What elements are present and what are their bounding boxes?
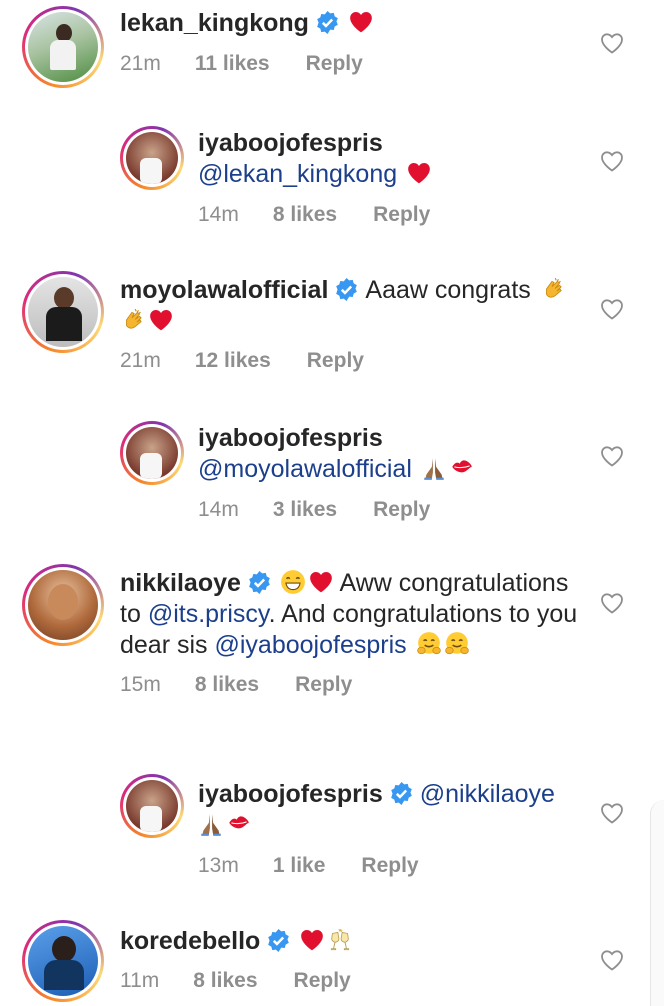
likes-count[interactable]: 8 likes — [193, 969, 257, 993]
red-heart-icon — [301, 930, 324, 951]
folded-hands-icon — [201, 814, 221, 836]
likes-count[interactable]: 8 likes — [195, 673, 259, 697]
verified-badge-icon — [390, 782, 412, 805]
reply-button[interactable]: Reply — [306, 52, 363, 76]
kiss-mark-icon — [229, 816, 249, 829]
clinking-glasses-icon — [331, 928, 350, 951]
red-heart-icon — [350, 12, 372, 33]
comment-time: 13m — [198, 854, 239, 877]
username[interactable]: lekan_kingkong — [120, 9, 309, 37]
avatar[interactable] — [22, 920, 104, 1002]
like-heart-icon[interactable] — [600, 949, 624, 971]
scroll-edge[interactable] — [650, 800, 664, 1006]
reply-button[interactable]: Reply — [295, 673, 352, 697]
like-heart-icon[interactable] — [600, 802, 624, 824]
username[interactable]: koredebello — [120, 927, 260, 955]
grinning-face-icon — [280, 570, 305, 594]
likes-count[interactable]: 1 like — [273, 854, 326, 878]
likes-count[interactable]: 8 likes — [273, 203, 337, 227]
verified-badge-icon — [317, 11, 338, 34]
red-heart-icon — [150, 310, 172, 331]
avatar[interactable] — [22, 564, 104, 646]
reply-button[interactable]: Reply — [307, 349, 364, 373]
avatar[interactable] — [120, 126, 184, 190]
verified-badge-icon — [268, 929, 290, 952]
comment-text: Aaaw congrats — [365, 276, 531, 304]
likes-count[interactable]: 11 likes — [195, 52, 270, 76]
reply-button[interactable]: Reply — [361, 854, 418, 878]
comment-time: 21m — [120, 349, 161, 372]
like-heart-icon[interactable] — [600, 445, 624, 467]
like-heart-icon[interactable] — [600, 32, 624, 54]
username[interactable]: nikkilaoye — [120, 569, 241, 597]
mention-link[interactable]: @nikkilaoye — [420, 780, 555, 808]
like-heart-icon[interactable] — [600, 592, 624, 614]
avatar[interactable] — [22, 6, 104, 88]
folded-hands-icon — [424, 458, 444, 480]
mention-link[interactable]: @iyaboojofespris — [215, 631, 407, 659]
mention-link[interactable]: @lekan_kingkong — [198, 160, 397, 188]
mention-link[interactable]: @its.priscy — [148, 600, 269, 628]
verified-badge-icon — [249, 571, 270, 594]
avatar[interactable] — [120, 421, 184, 485]
red-heart-icon — [408, 163, 430, 184]
verified-badge-icon — [336, 278, 358, 301]
comment-time: 14m — [198, 498, 239, 521]
kiss-mark-icon — [452, 460, 472, 473]
reply-button[interactable]: Reply — [294, 969, 351, 993]
reply-button[interactable]: Reply — [373, 203, 430, 227]
username[interactable]: iyaboojofespris — [198, 780, 383, 808]
mention-link[interactable]: @moyolawalofficial — [198, 455, 412, 483]
comment-time: 14m — [198, 203, 239, 226]
comment-time: 11m — [120, 969, 160, 992]
clapping-hands-icon — [545, 277, 562, 298]
reply-button[interactable]: Reply — [373, 498, 430, 522]
like-heart-icon[interactable] — [600, 150, 624, 172]
comment-time: 15m — [120, 673, 161, 696]
likes-count[interactable]: 12 likes — [195, 349, 271, 373]
avatar[interactable] — [120, 774, 184, 838]
comment-time: 21m — [120, 52, 161, 75]
red-heart-icon — [310, 572, 332, 593]
username[interactable]: iyaboojofespris — [198, 129, 383, 157]
avatar[interactable] — [22, 271, 104, 353]
likes-count[interactable]: 3 likes — [273, 498, 337, 522]
hugging-face-icon — [444, 632, 469, 655]
username[interactable]: moyolawalofficial — [120, 276, 328, 304]
username[interactable]: iyaboojofespris — [198, 424, 383, 452]
like-heart-icon[interactable] — [600, 298, 624, 320]
hugging-face-icon — [416, 632, 441, 655]
clapping-hands-icon — [126, 308, 142, 329]
